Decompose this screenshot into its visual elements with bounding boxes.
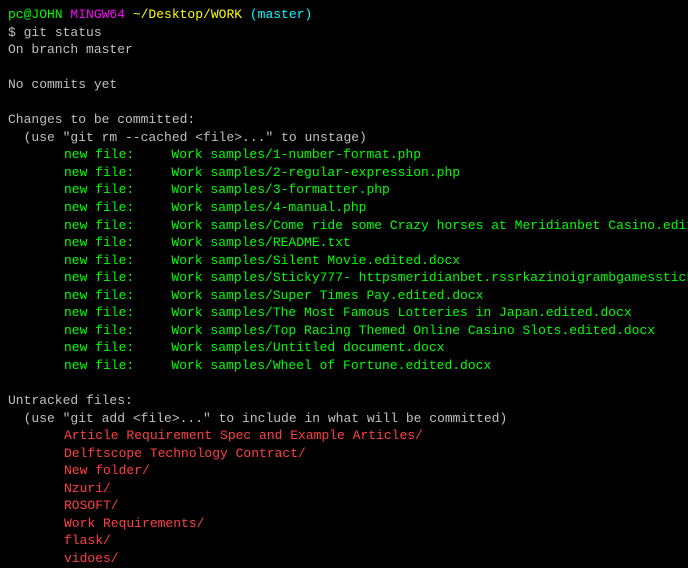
staged-file-path: Work samples/The Most Famous Lotteries i… xyxy=(171,305,631,320)
staged-file-path: Work samples/Untitled document.docx xyxy=(171,340,444,355)
staged-file-row: new file: Work samples/Wheel of Fortune.… xyxy=(8,357,680,375)
untracked-file-row: Nzuri/ xyxy=(8,480,680,498)
untracked-file-row: vidoes/ xyxy=(8,550,680,568)
prompt-user: pc@JOHN xyxy=(8,7,63,22)
staged-file-path: Work samples/README.txt xyxy=(171,235,350,250)
staged-file-path: Work samples/4-manual.php xyxy=(171,200,366,215)
staged-file-row: new file: Work samples/1-number-format.p… xyxy=(8,146,680,164)
staged-file-row: new file: Work samples/README.txt xyxy=(8,234,680,252)
staged-file-path: Work samples/2-regular-expression.php xyxy=(171,165,460,180)
staged-file-row: new file: Work samples/Untitled document… xyxy=(8,339,680,357)
staged-file-label: new file: xyxy=(64,199,148,217)
staged-file-path: Work samples/Come ride some Crazy horses… xyxy=(171,218,688,233)
untracked-file-row: Delftscope Technology Contract/ xyxy=(8,445,680,463)
untracked-files-list: Article Requirement Spec and Example Art… xyxy=(8,427,680,567)
staged-file-path: Work samples/3-formatter.php xyxy=(171,182,389,197)
staged-file-label: new file: xyxy=(64,322,148,340)
staged-files-list: new file: Work samples/1-number-format.p… xyxy=(8,146,680,374)
staged-file-path: Work samples/Silent Movie.edited.docx xyxy=(171,253,460,268)
branch-status: On branch master xyxy=(8,41,680,59)
staged-file-label: new file: xyxy=(64,217,148,235)
staged-file-row: new file: Work samples/Super Times Pay.e… xyxy=(8,287,680,305)
staged-file-row: new file: Work samples/Top Racing Themed… xyxy=(8,322,680,340)
untracked-file-row: Work Requirements/ xyxy=(8,515,680,533)
staged-file-row: new file: Work samples/Come ride some Cr… xyxy=(8,217,680,235)
staged-file-row: new file: Work samples/2-regular-express… xyxy=(8,164,680,182)
prompt-path: ~/Desktop/WORK xyxy=(133,7,242,22)
staged-file-label: new file: xyxy=(64,287,148,305)
prompt-line: pc@JOHN MINGW64 ~/Desktop/WORK (master) xyxy=(8,6,680,24)
untracked-file-row: flask/ xyxy=(8,532,680,550)
terminal-output[interactable]: pc@JOHN MINGW64 ~/Desktop/WORK (master) … xyxy=(8,6,680,568)
staged-file-path: Work samples/Top Racing Themed Online Ca… xyxy=(171,323,655,338)
staged-hint: (use "git rm --cached <file>..." to unst… xyxy=(8,129,680,147)
untracked-header: Untracked files: xyxy=(8,392,680,410)
untracked-hint: (use "git add <file>..." to include in w… xyxy=(8,410,680,428)
untracked-file-row: ROSOFT/ xyxy=(8,497,680,515)
staged-file-label: new file: xyxy=(64,269,148,287)
staged-file-row: new file: Work samples/Sticky777- httpsm… xyxy=(8,269,680,287)
staged-file-row: new file: Work samples/The Most Famous L… xyxy=(8,304,680,322)
command-prefix: $ xyxy=(8,25,24,40)
staged-file-label: new file: xyxy=(64,357,148,375)
command-line: $ git status xyxy=(8,24,680,42)
prompt-env: MINGW64 xyxy=(63,7,133,22)
staged-file-path: Work samples/1-number-format.php xyxy=(171,147,421,162)
staged-file-label: new file: xyxy=(64,234,148,252)
staged-header: Changes to be committed: xyxy=(8,111,680,129)
command-text: git status xyxy=(24,25,102,40)
prompt-branch: (master) xyxy=(242,7,312,22)
untracked-file-row: New folder/ xyxy=(8,462,680,480)
staged-file-label: new file: xyxy=(64,304,148,322)
staged-file-row: new file: Work samples/Silent Movie.edit… xyxy=(8,252,680,270)
staged-file-label: new file: xyxy=(64,339,148,357)
staged-file-path: Work samples/Sticky777- httpsmeridianbet… xyxy=(171,270,688,285)
staged-file-label: new file: xyxy=(64,164,148,182)
staged-file-row: new file: Work samples/4-manual.php xyxy=(8,199,680,217)
staged-file-path: Work samples/Super Times Pay.edited.docx xyxy=(171,288,483,303)
staged-file-row: new file: Work samples/3-formatter.php xyxy=(8,181,680,199)
staged-file-label: new file: xyxy=(64,146,148,164)
untracked-file-row: Article Requirement Spec and Example Art… xyxy=(8,427,680,445)
staged-file-path: Work samples/Wheel of Fortune.edited.doc… xyxy=(171,358,491,373)
no-commits-line: No commits yet xyxy=(8,76,680,94)
staged-file-label: new file: xyxy=(64,252,148,270)
staged-file-label: new file: xyxy=(64,181,148,199)
